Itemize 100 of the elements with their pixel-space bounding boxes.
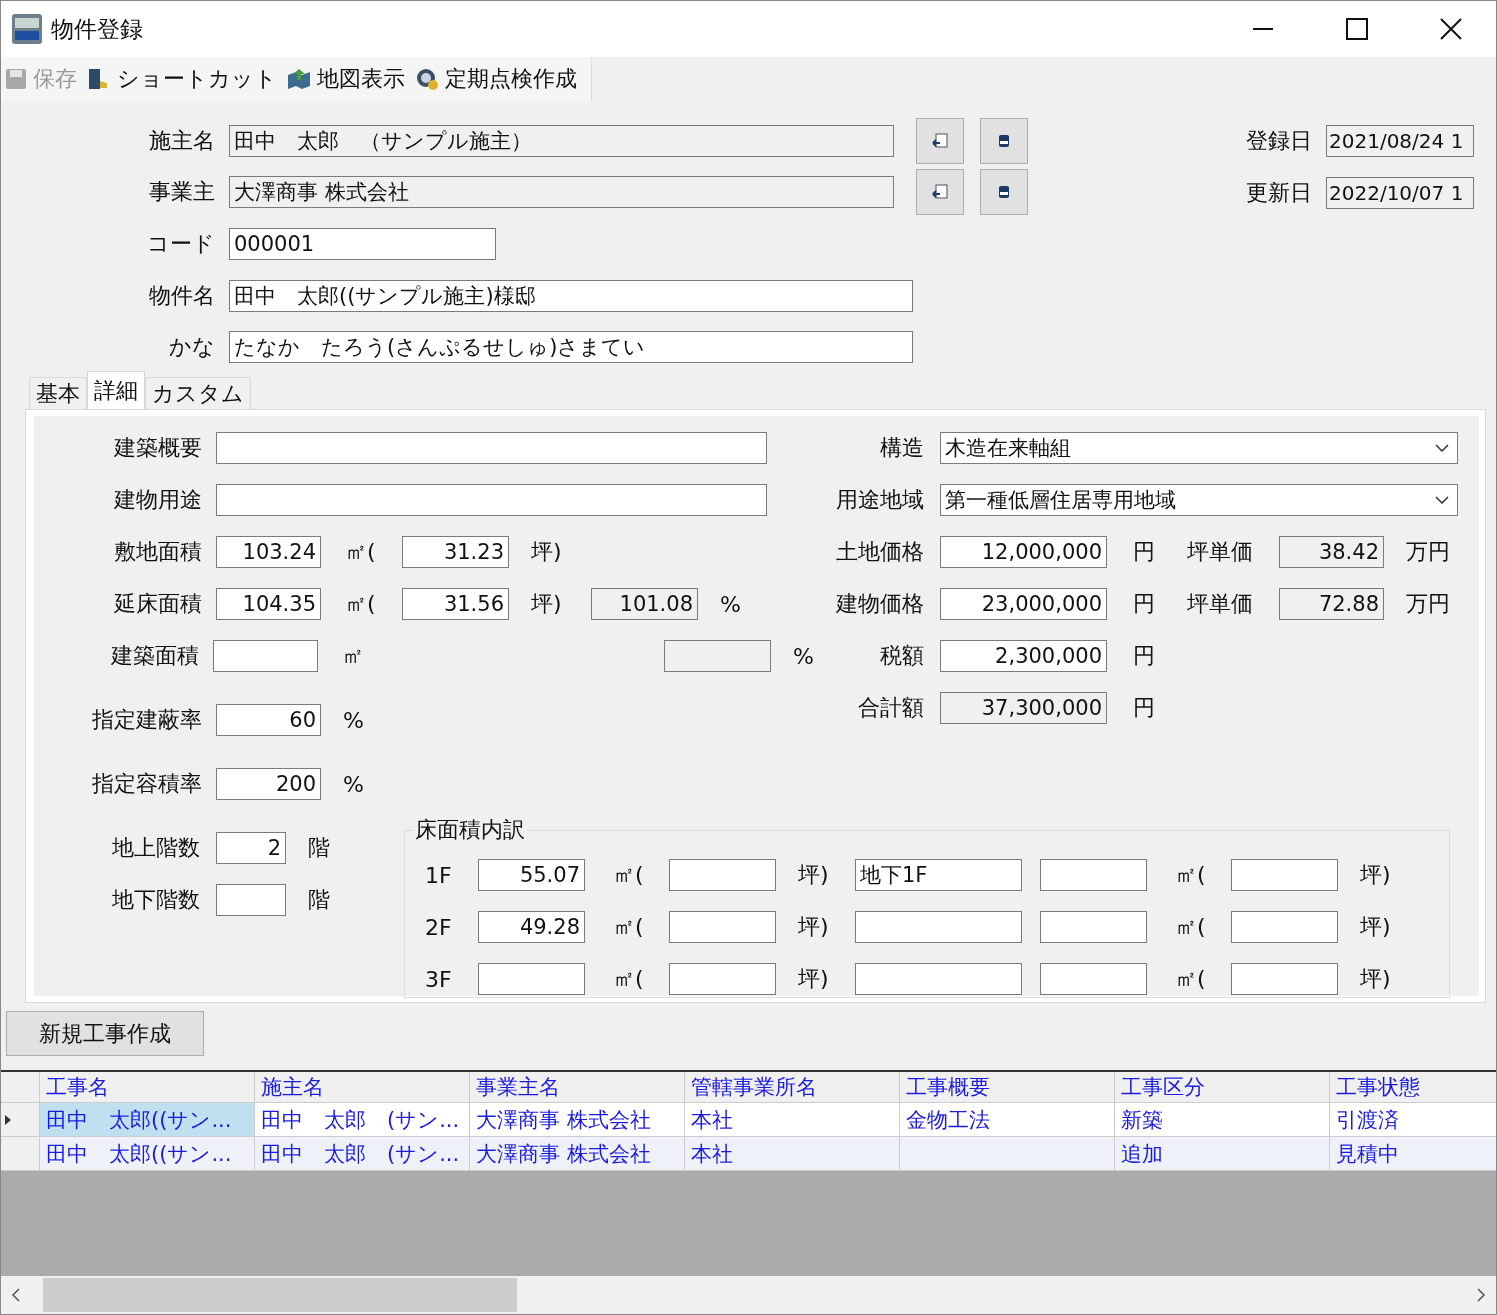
- number-field[interactable]: 72.88: [1279, 588, 1384, 620]
- lookup-button[interactable]: [916, 169, 964, 216]
- number-field[interactable]: [478, 963, 585, 995]
- toolbar-button[interactable]: ショートカット: [83, 64, 283, 94]
- number-field[interactable]: 37,300,000: [940, 692, 1107, 724]
- unit-label: 坪): [1359, 965, 1392, 993]
- number-field[interactable]: [669, 963, 776, 995]
- column-header[interactable]: 事業主名: [470, 1072, 685, 1102]
- table-cell[interactable]: 田中 太郎((サン...: [40, 1137, 255, 1170]
- number-field[interactable]: [1040, 859, 1147, 891]
- number-field[interactable]: [1040, 911, 1147, 943]
- number-field[interactable]: 49.28: [478, 911, 585, 943]
- unit-label: 階: [307, 886, 330, 914]
- column-header[interactable]: 工事名: [40, 1072, 255, 1102]
- table-cell[interactable]: 田中 太郎((サン...: [40, 1103, 255, 1136]
- column-header[interactable]: 管轄事業所名: [685, 1072, 900, 1102]
- number-field[interactable]: [1231, 963, 1338, 995]
- number-field[interactable]: 12,000,000: [940, 536, 1107, 568]
- toolbar-button[interactable]: 定期点検作成: [411, 64, 583, 94]
- unit-label: ㎡(: [1174, 861, 1207, 889]
- number-field[interactable]: [216, 884, 286, 916]
- text-field[interactable]: 田中 太郎 （サンプル施主）: [229, 124, 894, 157]
- unit-label: 坪): [1359, 861, 1392, 889]
- table-cell[interactable]: 新築: [1115, 1103, 1330, 1136]
- lookup-button[interactable]: [916, 117, 964, 164]
- maximize-icon[interactable]: [1346, 18, 1368, 40]
- chevron-down-icon: [1435, 496, 1449, 504]
- toolbar-button[interactable]: 地図表示: [283, 64, 411, 94]
- field-label: 坪単価: [1187, 538, 1254, 566]
- scrollbar-thumb[interactable]: [43, 1278, 517, 1312]
- text-field[interactable]: たなか たろう(さんぷるせしゅ)さまてい: [229, 331, 913, 364]
- number-field[interactable]: [1040, 963, 1147, 995]
- number-field[interactable]: 23,000,000: [940, 588, 1107, 620]
- table-cell[interactable]: 追加: [1115, 1137, 1330, 1170]
- table-cell[interactable]: 田中 太郎 (サン...: [255, 1137, 470, 1170]
- unit-label: ㎡: [341, 642, 365, 670]
- number-field[interactable]: 104.35: [216, 588, 321, 620]
- number-field[interactable]: 38.42: [1279, 536, 1384, 568]
- unit-label: ㎡(: [1174, 965, 1207, 993]
- number-field[interactable]: 103.24: [216, 536, 321, 568]
- table-cell[interactable]: 引渡済: [1330, 1103, 1496, 1136]
- number-field[interactable]: [669, 911, 776, 943]
- tab[interactable]: 詳細: [87, 371, 145, 409]
- table-cell[interactable]: 見積中: [1330, 1137, 1496, 1170]
- number-field[interactable]: 55.07: [478, 859, 585, 891]
- text-field[interactable]: [855, 911, 1022, 943]
- row-header[interactable]: [1, 1103, 40, 1136]
- text-field[interactable]: [216, 432, 767, 464]
- number-field[interactable]: [1231, 859, 1338, 891]
- number-field[interactable]: [664, 640, 772, 672]
- number-field[interactable]: [213, 640, 318, 672]
- field-label: 指定建蔽率: [91, 706, 202, 734]
- number-field[interactable]: 2,300,000: [940, 640, 1107, 672]
- column-header[interactable]: 工事概要: [900, 1072, 1115, 1102]
- number-field[interactable]: 2: [216, 832, 286, 864]
- close-icon[interactable]: [1440, 18, 1462, 40]
- field-label: 構造: [879, 434, 924, 462]
- dropdown[interactable]: 木造在来軸組: [940, 432, 1458, 464]
- number-field[interactable]: 31.56: [402, 588, 509, 620]
- dropdown[interactable]: 第一種低層住居専用地域: [940, 484, 1458, 516]
- column-header[interactable]: 工事状態: [1330, 1072, 1496, 1102]
- text-field[interactable]: 地下1F: [855, 859, 1022, 891]
- scroll-left-icon[interactable]: [11, 1288, 21, 1302]
- field-label: 登録日: [1246, 127, 1312, 155]
- table-cell[interactable]: 本社: [685, 1137, 900, 1170]
- column-header[interactable]: 施主名: [255, 1072, 470, 1102]
- table-cell[interactable]: 金物工法: [900, 1103, 1115, 1136]
- clear-button[interactable]: [980, 117, 1028, 164]
- field-label: 施主名: [148, 126, 215, 155]
- app-icon: [11, 13, 43, 45]
- table-cell[interactable]: 大澤商事 株式会社: [470, 1103, 685, 1136]
- text-field[interactable]: 大澤商事 株式会社: [229, 176, 894, 209]
- text-field[interactable]: [216, 484, 767, 516]
- new-work-button[interactable]: 新規工事作成: [6, 1011, 204, 1056]
- unit-label: 万円: [1405, 538, 1450, 566]
- number-field[interactable]: 101.08: [591, 588, 698, 620]
- unit-label: 坪): [797, 861, 830, 889]
- text-field[interactable]: 田中 太郎((サンプル施主)様邸: [229, 279, 913, 312]
- unit-label: %: [719, 591, 741, 617]
- column-header[interactable]: 工事区分: [1115, 1072, 1330, 1102]
- tab[interactable]: 基本: [29, 377, 87, 409]
- clear-button[interactable]: [980, 169, 1028, 216]
- number-field[interactable]: 60: [216, 704, 321, 736]
- horizontal-scrollbar[interactable]: [1, 1276, 1496, 1314]
- unit-label: 万円: [1405, 590, 1450, 618]
- text-field[interactable]: [855, 963, 1022, 995]
- number-field[interactable]: [669, 859, 776, 891]
- number-field[interactable]: 200: [216, 768, 321, 800]
- number-field[interactable]: 31.23: [402, 536, 509, 568]
- tab[interactable]: カスタム: [145, 377, 251, 409]
- unit-label: 坪): [1359, 913, 1392, 941]
- text-field[interactable]: 000001: [229, 228, 496, 260]
- table-cell[interactable]: 田中 太郎 (サン...: [255, 1103, 470, 1136]
- date-field[interactable]: 2022/10/07 1: [1326, 177, 1474, 209]
- table-cell[interactable]: 本社: [685, 1103, 900, 1136]
- table-cell[interactable]: 大澤商事 株式会社: [470, 1137, 685, 1170]
- scroll-right-icon[interactable]: [1476, 1288, 1486, 1302]
- number-field[interactable]: [1231, 911, 1338, 943]
- unit-label: 階: [307, 834, 330, 862]
- date-field[interactable]: 2021/08/24 1: [1326, 125, 1474, 157]
